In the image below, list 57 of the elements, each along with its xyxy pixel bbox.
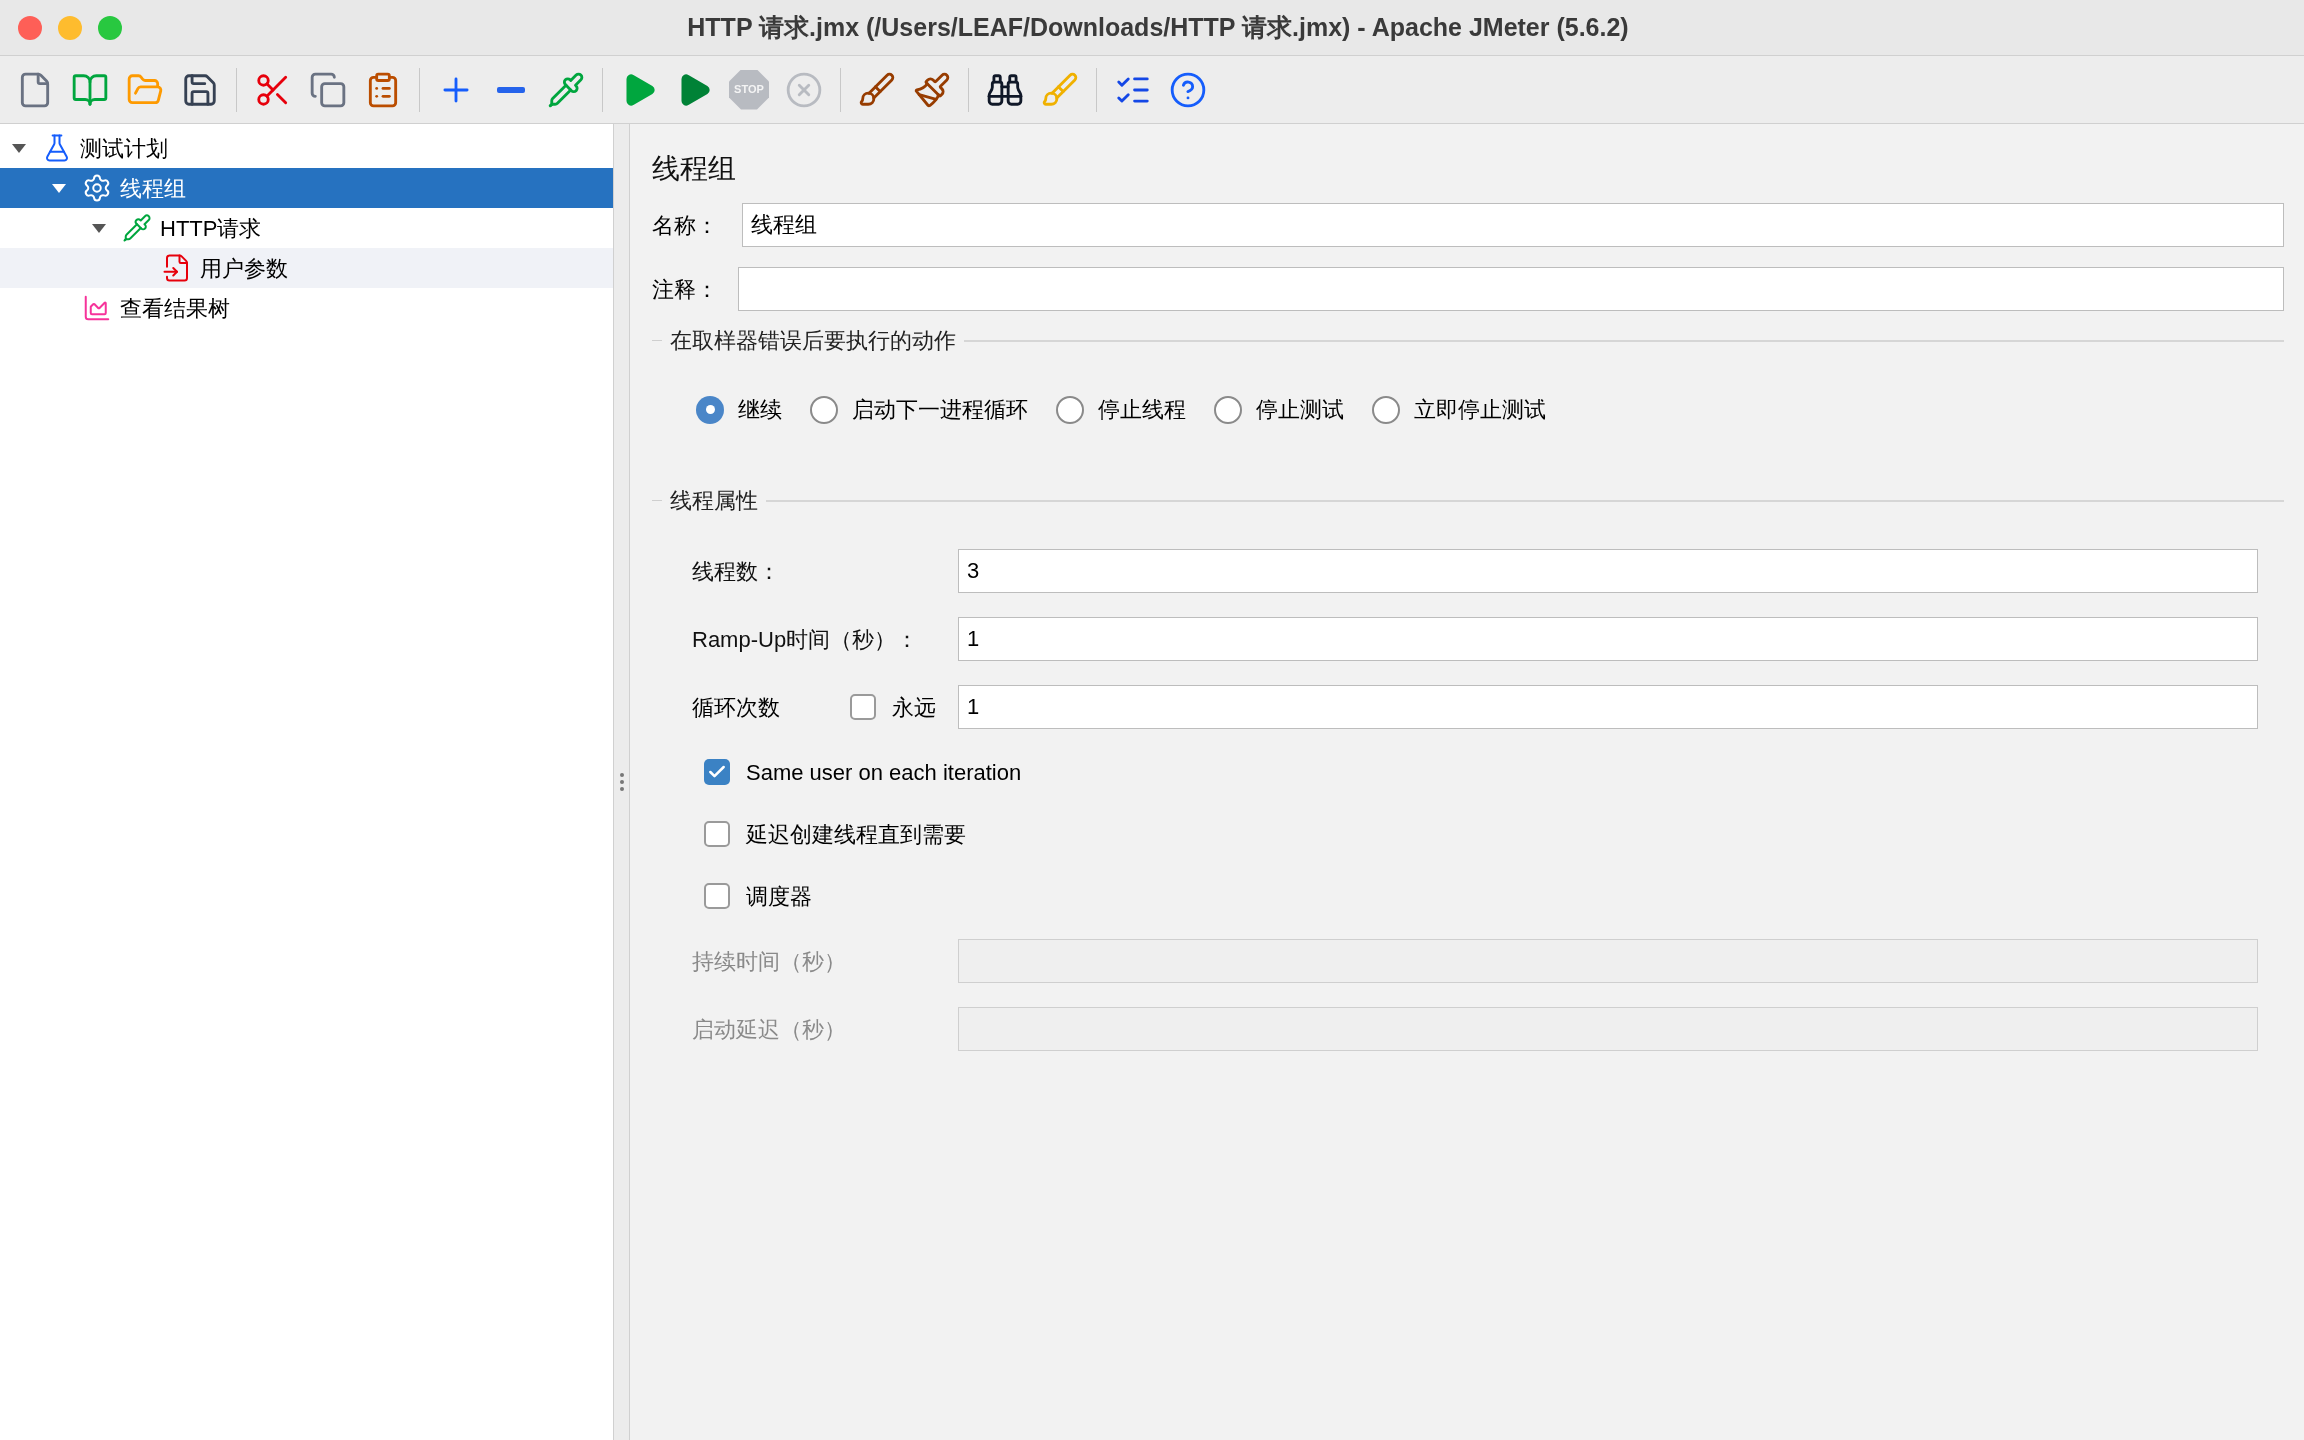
tree-item-label: HTTP请求 (160, 214, 262, 243)
tree-item-label: 测试计划 (80, 134, 168, 163)
radio-button[interactable] (696, 395, 724, 424)
radio-button[interactable] (810, 395, 838, 424)
pipette-icon (122, 213, 152, 243)
radio-label: 启动下一进程循环 (852, 396, 1028, 424)
comment-field[interactable] (738, 267, 2284, 311)
radio-label: 停止线程 (1098, 396, 1186, 424)
checkbox-label: 调度器 (746, 882, 812, 911)
tree-item-label: 用户参数 (200, 254, 288, 283)
field-label: 持续时间（秒） (692, 947, 847, 976)
close-button[interactable] (18, 15, 42, 40)
input-field[interactable]: 3 (958, 549, 2258, 593)
section-title: 线程属性 (670, 487, 758, 515)
tree-item[interactable]: 查看结果树 (0, 288, 613, 328)
section-title: 在取样器错误后要执行的动作 (670, 327, 956, 355)
checkbox[interactable] (704, 821, 730, 847)
checkbox-label: Same user on each iteration (746, 758, 1022, 787)
radio-label: 停止测试 (1256, 396, 1344, 424)
tree-item-label: 线程组 (120, 174, 186, 203)
input-field[interactable]: 1 (958, 685, 2258, 729)
checkbox-label: 延迟创建线程直到需要 (746, 820, 966, 849)
field-label: 循环次数 (692, 693, 781, 722)
tree-item-label: 查看结果树 (120, 294, 230, 323)
radio-label: 继续 (738, 396, 782, 424)
field-label: Ramp-Up时间（秒）： (692, 625, 920, 654)
expand-arrow-icon[interactable] (91, 222, 107, 234)
panel-title: 线程组 (652, 152, 737, 186)
checkbox[interactable] (850, 694, 876, 720)
window-title: HTTP 请求.jmx (/Users/LEAF/Downloads/HTTP 请求.jmx) - Apache JMeter (5.6.2) (687, 11, 1629, 43)
help-icon (1169, 70, 1207, 109)
radio-label: 立即停止测试 (1414, 396, 1546, 424)
field-label: 启动延迟（秒） (692, 1015, 847, 1044)
pipette-icon (547, 70, 585, 109)
tree-item[interactable]: 测试计划 (0, 128, 613, 168)
radio-button[interactable] (1372, 395, 1400, 424)
checkbox-label: 永远 (892, 693, 937, 722)
expand-arrow-icon[interactable] (11, 142, 27, 154)
gear-icon (82, 173, 112, 203)
tree-item[interactable]: 线程组 (0, 168, 613, 208)
tree-item[interactable]: 用户参数 (0, 248, 613, 288)
tree-item[interactable]: HTTP请求 (0, 208, 613, 248)
field-label: 线程数： (692, 557, 781, 586)
input-field[interactable]: 1 (958, 617, 2258, 661)
x-circle-icon (785, 70, 823, 109)
radio-button[interactable] (1214, 395, 1242, 424)
checkbox[interactable] (704, 883, 730, 909)
field-label: 名称： (652, 211, 719, 240)
checkbox[interactable] (704, 759, 730, 785)
expand-arrow-icon[interactable] (51, 182, 67, 194)
maximize-button[interactable] (98, 15, 122, 40)
minus-icon (497, 86, 525, 93)
name-field[interactable]: 线程组 (742, 203, 2284, 247)
chart-icon (82, 293, 112, 323)
copy-icon (309, 70, 347, 109)
radio-button[interactable] (1056, 395, 1084, 424)
field-label: 注释： (652, 275, 719, 304)
